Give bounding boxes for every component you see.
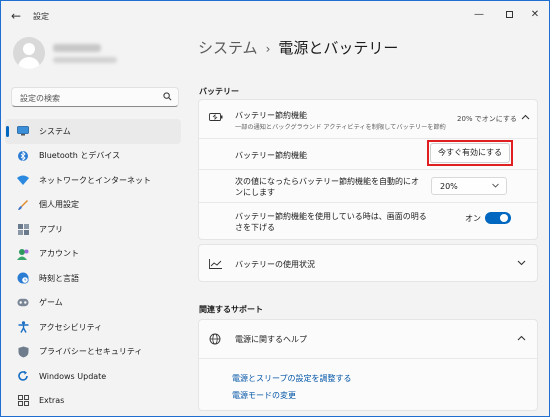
battery-saver-row-label: バッテリー節約機能 [235, 151, 307, 160]
avatar-head-shape [23, 43, 35, 55]
sidebar-item-label: Extras [39, 396, 65, 406]
link-power-mode[interactable]: 電源モードの変更 [232, 390, 296, 401]
close-button[interactable]: ✕ [527, 7, 543, 23]
related-support-card: 電源に関するヘルプ 電源とスリープの設定を調整する 電源モードの変更 [198, 319, 538, 411]
sidebar-item-extras[interactable]: Extras [5, 389, 181, 414]
chart-line-icon [209, 259, 222, 272]
highlight-box [427, 140, 513, 166]
divider [199, 358, 537, 359]
update-icon [17, 370, 29, 382]
sidebar-item-label: ネットワークとインターネット [39, 175, 151, 185]
dim-screen-row: バッテリー節約機能を使用している時は、画面の明る さを下げる オン [199, 203, 537, 240]
dim-screen-label-line1: バッテリー節約機能を使用している時は、画面の明る [235, 212, 427, 221]
sidebar-item-bluetooth[interactable]: Bluetooth とデバイス [5, 144, 181, 169]
title-bar: ← 設定 — ✕ [1, 1, 549, 31]
dim-screen-label-line2: さを下げる [235, 223, 275, 232]
battery-saver-title: バッテリー節約機能 [235, 111, 307, 120]
dim-screen-state: オン [465, 214, 481, 223]
sidebar-item-privacy[interactable]: プライバシーとセキュリティ [5, 340, 181, 365]
chevron-down-icon[interactable] [517, 259, 526, 269]
link-power-sleep-settings[interactable]: 電源とスリープの設定を調整する [232, 373, 352, 384]
sidebar-item-windows-update[interactable]: Windows Update [5, 364, 181, 389]
power-help-title: 電源に関するヘルプ [235, 335, 307, 344]
section-heading-battery: バッテリー [199, 87, 239, 96]
extras-icon [17, 395, 29, 407]
threshold-label: 次の値になったらバッテリー節約機能を自動的にオンにします [235, 177, 419, 197]
brush-icon [17, 199, 29, 211]
sidebar-item-personalization[interactable]: 個人用設定 [5, 193, 181, 218]
search-input[interactable]: 設定の検索 [11, 87, 179, 107]
battery-saver-card: バッテリー節約機能 一部の通知とバックグラウンド アクティビティを制限してバッテ… [198, 99, 538, 240]
account-email-redacted [53, 57, 117, 63]
sidebar-item-label: Windows Update [39, 371, 107, 381]
battery-saver-icon [209, 112, 223, 125]
sidebar-item-time-language[interactable]: 時刻と言語 [5, 266, 181, 291]
sidebar-item-network[interactable]: ネットワークとインターネット [5, 168, 181, 193]
account-icon [17, 248, 29, 260]
globe-icon [209, 333, 221, 348]
chevron-up-icon[interactable] [521, 113, 530, 123]
avatar[interactable] [13, 37, 45, 69]
wifi-icon [17, 174, 29, 186]
search-icon [163, 92, 172, 104]
sidebar-item-label: アプリ [39, 224, 63, 234]
accessibility-icon [17, 321, 29, 334]
page-title: 電源とバッテリー [278, 39, 399, 57]
chevron-down-icon [492, 181, 499, 190]
threshold-dropdown[interactable]: 20% [431, 177, 507, 195]
battery-saver-activate-row: バッテリー節約機能 今すぐ有効にする [199, 139, 537, 169]
chevron-up-icon[interactable] [517, 334, 526, 344]
settings-window: ← 設定 — ✕ 設定の検索 システム Bluetooth とデバイス ネットワ… [0, 0, 550, 417]
bluetooth-icon [17, 150, 29, 162]
account-name-redacted [53, 44, 101, 52]
gamepad-icon [17, 297, 29, 309]
breadcrumb-separator: › [265, 42, 271, 56]
sidebar-item-label: 時刻と言語 [39, 273, 79, 283]
search-placeholder: 設定の検索 [20, 94, 60, 103]
battery-usage-title: バッテリーの使用状況 [235, 260, 315, 269]
dim-screen-toggle[interactable] [485, 212, 511, 224]
section-heading-related: 関連するサポート [199, 305, 263, 314]
maximize-button[interactable] [501, 7, 517, 23]
sidebar-item-apps[interactable]: アプリ [5, 217, 181, 242]
globe-clock-icon [17, 272, 29, 284]
power-help-header[interactable]: 電源に関するヘルプ [199, 320, 537, 358]
sidebar-item-label: ゲーム [39, 298, 63, 308]
battery-saver-threshold-row: 次の値になったらバッテリー節約機能を自動的にオンにします 20% [199, 170, 537, 202]
back-arrow-icon[interactable]: ← [9, 9, 23, 23]
sidebar-item-gaming[interactable]: ゲーム [5, 291, 181, 316]
sidebar-item-label: プライバシーとセキュリティ [39, 347, 143, 357]
sidebar-item-label: Bluetooth とデバイス [39, 151, 121, 161]
sidebar-nav: システム Bluetooth とデバイス ネットワークとインターネット 個人用設… [5, 119, 181, 413]
toggle-knob [500, 214, 508, 222]
battery-usage-card[interactable]: バッテリーの使用状況 [198, 244, 538, 282]
shield-icon [17, 346, 29, 358]
avatar-body-shape [18, 57, 40, 69]
breadcrumb-parent[interactable]: システム [198, 39, 258, 57]
sidebar-item-label: アカウント [39, 249, 79, 259]
monitor-icon [17, 125, 29, 137]
sidebar-item-system[interactable]: システム [5, 119, 181, 144]
breadcrumb: システム › 電源とバッテリー [198, 37, 398, 58]
sidebar-item-accounts[interactable]: アカウント [5, 242, 181, 267]
battery-saver-status: 20% でオンにする [457, 115, 517, 123]
minimize-button[interactable]: — [471, 7, 487, 23]
dim-screen-label: バッテリー節約機能を使用している時は、画面の明る さを下げる [235, 211, 427, 233]
threshold-value: 20% [440, 182, 458, 191]
maximize-icon [505, 10, 513, 18]
apps-icon [17, 223, 29, 235]
battery-saver-subtitle: 一部の通知とバックグラウンド アクティビティを制限してバッテリーを節約 [235, 124, 446, 131]
sidebar-item-label: アクセシビリティ [39, 322, 103, 332]
battery-saver-header[interactable]: バッテリー節約機能 一部の通知とバックグラウンド アクティビティを制限してバッテ… [199, 100, 537, 138]
sidebar-item-label: 個人用設定 [39, 200, 79, 210]
sidebar-item-accessibility[interactable]: アクセシビリティ [5, 315, 181, 340]
window-title: 設定 [33, 12, 49, 21]
sidebar-item-label: システム [39, 126, 71, 136]
